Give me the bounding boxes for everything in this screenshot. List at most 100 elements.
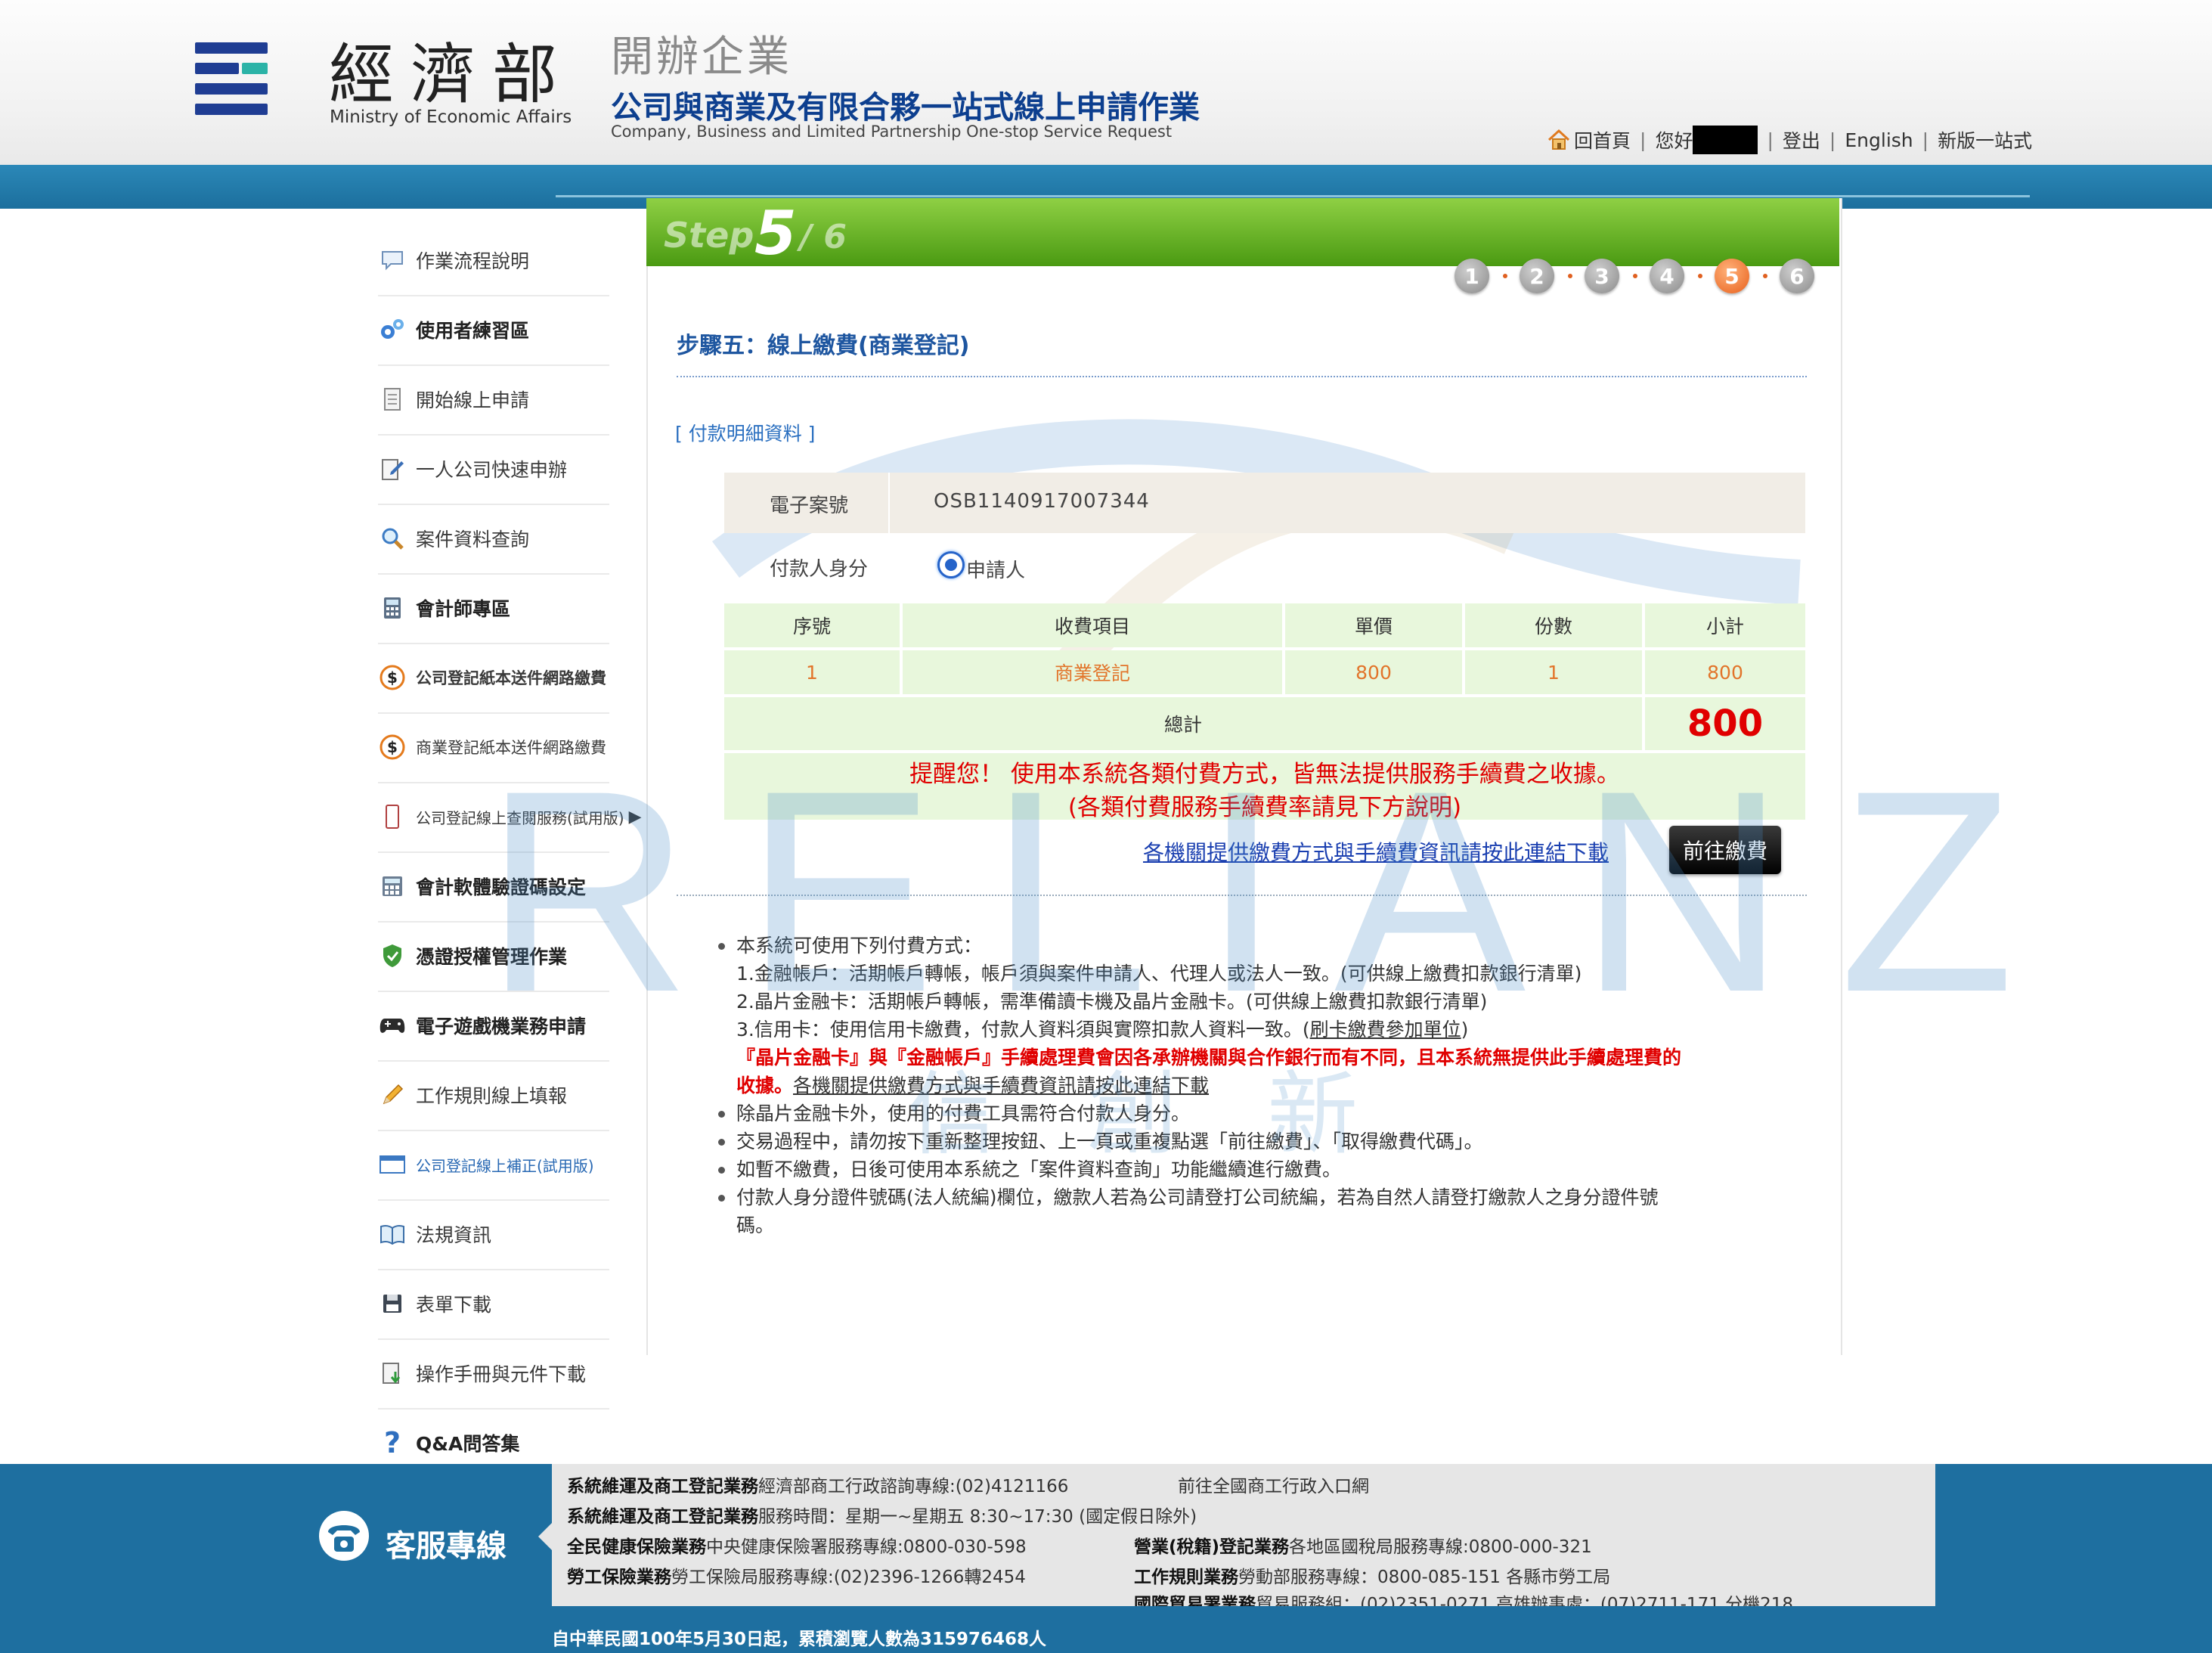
step-indicator-2: 2 <box>1520 259 1554 293</box>
table-header-cell: 序號 <box>724 603 900 647</box>
contact-category: 系統維運及商工登記業務 <box>567 1477 758 1496</box>
sidebar-item-label: 一人公司快速申辦 <box>416 459 568 481</box>
table-row-cell: 800 <box>1645 650 1805 694</box>
sidebar-item-work-rules[interactable]: 工作規則線上填報 <box>378 1060 609 1131</box>
svg-text:$: $ <box>387 668 398 687</box>
contact-detail: 中央健康保險署服務專線:0800-030-598 <box>706 1537 1027 1557</box>
book-icon <box>378 1220 407 1248</box>
sidebar-item-case-query[interactable]: 案件資料查詢 <box>378 504 609 575</box>
contact-line: 營業(稅籍)登記業務各地區國稅局服務專線:0800-000-321 <box>1134 1532 1592 1558</box>
contact-category: 國際貿易署業務 <box>1134 1595 1256 1606</box>
sidebar-item-label: 公司登記線上補正(試用版) <box>416 1156 594 1175</box>
sidebar-item-label: 表單下載 <box>416 1294 492 1316</box>
nav-separator: | <box>1829 129 1836 151</box>
step-dot <box>1633 274 1637 278</box>
contact-info-box: 系統維運及商工登記業務經濟部商工行政諮詢專線:(02)4121166 前往全國商… <box>552 1464 1935 1606</box>
sidebar-item-label: Q&A問答集 <box>416 1433 520 1455</box>
step-current: 5 <box>754 198 797 268</box>
step-indicator-5-active: 5 <box>1715 259 1749 293</box>
sidebar-item-label: 操作手冊與元件下載 <box>416 1363 587 1385</box>
case-number-label: 電子案號 <box>770 495 849 517</box>
redacted-username <box>1693 126 1758 154</box>
nav-separator: | <box>1640 129 1647 151</box>
watermark-text: RELIANZ <box>484 730 2068 1052</box>
table-header-cell: 單價 <box>1285 603 1462 647</box>
sidebar-item-online-correction[interactable]: 公司登記線上補正(試用版) <box>378 1130 609 1201</box>
table-header-cell: 份數 <box>1465 603 1642 647</box>
greeting-text: 您好 <box>1655 130 1693 152</box>
contact-line: 系統維運及商工登記業務經濟部商工行政諮詢專線:(02)4121166 <box>567 1472 1068 1497</box>
contact-category: 系統維運及商工登記業務 <box>567 1507 758 1527</box>
sidebar-item-label: 作業流程說明 <box>416 250 530 272</box>
contact-line: 國際貿易署業務貿易服務組：(02)2351-0271 高雄辦事處：(07)271… <box>1134 1589 1793 1606</box>
question-icon: ? <box>383 1426 401 1459</box>
table-header-cell: 收費項目 <box>903 603 1282 647</box>
contact-line: 工作規則業務勞動部服務專線：0800-085-151 各縣市勞工局 <box>1134 1562 1610 1588</box>
visitor-counter: 自中華民國100年5月30日起，累積瀏覽人數為315976468人 <box>552 1630 1047 1649</box>
table-row-cell: 1 <box>1465 650 1642 694</box>
step-indicator-1: 1 <box>1455 259 1489 293</box>
calculator-icon <box>378 594 407 622</box>
top-nav: 回首頁 | 您好 | 登出 | English | 新版一站式 <box>1547 126 2032 154</box>
national-portal-link[interactable]: 前往全國商工行政入口網 <box>1178 1472 1369 1497</box>
english-link[interactable]: English <box>1845 129 1913 151</box>
dollar-icon: $ <box>378 733 407 761</box>
page-title: 步驟五：線上繳費(商業登記) <box>677 333 970 359</box>
payer-applicant-label[interactable]: 申請人 <box>966 555 1025 583</box>
sidebar-item-accountant[interactable]: 會計師專區 <box>378 573 609 644</box>
contact-detail: 各地區國稅局服務專線:0800-000-321 <box>1289 1537 1592 1557</box>
calculator-icon <box>378 872 407 901</box>
gamepad-icon <box>378 1011 407 1040</box>
table-row-cell: 1 <box>724 650 900 694</box>
home-icon[interactable] <box>1547 129 1571 151</box>
page-icon <box>378 802 407 831</box>
contact-line: 全民健康保險業務中央健康保險署服務專線:0800-030-598 <box>567 1532 1027 1558</box>
sidebar-item-start-application[interactable]: 開始線上申請 <box>378 364 609 436</box>
contact-detail: 勞工保險局服務專線:(02)2396-1266轉2454 <box>671 1568 1026 1587</box>
window-icon <box>378 1150 407 1179</box>
service-title-zh: 公司與商業及有限合夥一站式線上申請作業 <box>611 89 1200 126</box>
magnifier-icon <box>378 524 407 553</box>
new-version-link[interactable]: 新版一站式 <box>1938 126 2032 154</box>
telephone-icon <box>318 1509 370 1562</box>
table-row-cell: 商業登記 <box>903 650 1282 694</box>
sidebar-item-company-paper-payment[interactable]: $ 公司登記紙本送件網路繳費 <box>378 643 609 714</box>
table-header-cell: 小計 <box>1645 603 1805 647</box>
ministry-name-zh: 經濟部 <box>329 37 574 113</box>
step-word: Step <box>664 215 754 256</box>
note-id-number-cont: 碼。 <box>736 1214 775 1236</box>
sidebar-item-practice[interactable]: 使用者練習區 <box>378 295 609 366</box>
table-row-cell: 800 <box>1285 650 1462 694</box>
payer-applicant-radio[interactable] <box>937 551 965 578</box>
contact-detail: 服務時間：星期一~星期五 8:30~17:30 (國定假日除外) <box>758 1507 1197 1527</box>
logout-link[interactable]: 登出 <box>1783 126 1820 154</box>
ministry-name-en: Ministry of Economic Affairs <box>330 107 572 127</box>
divider <box>677 376 1807 377</box>
sidebar-item-manual-download[interactable]: 操作手冊與元件下載 <box>378 1338 609 1410</box>
nav-separator: | <box>1767 129 1774 151</box>
ministry-logo-icon[interactable] <box>195 42 268 115</box>
sidebar-item-regulations[interactable]: 法規資訊 <box>378 1199 609 1270</box>
contact-line: 系統維運及商工登記業務服務時間：星期一~星期五 8:30~17:30 (國定假日… <box>567 1502 1197 1527</box>
sidebar-item-label: 會計師專區 <box>416 598 511 620</box>
sidebar-item-workflow[interactable]: 作業流程說明 <box>378 225 609 296</box>
case-number-row <box>724 473 1805 533</box>
sidebar-item-label: 案件資料查詢 <box>416 529 530 550</box>
contact-category: 勞工保險業務 <box>567 1568 671 1587</box>
sidebar-item-one-person-company[interactable]: 一人公司快速申辦 <box>378 434 609 505</box>
sidebar-item-forms-download[interactable]: 表單下載 <box>378 1269 609 1340</box>
contact-line: 勞工保險業務勞工保險局服務專線:(02)2396-1266轉2454 <box>567 1562 1026 1588</box>
sidebar-item-label: 使用者練習區 <box>416 320 530 342</box>
header-band-line <box>556 195 2030 197</box>
step-dot <box>1763 274 1767 278</box>
edit-note-icon <box>378 454 407 483</box>
download-icon <box>378 1359 407 1388</box>
payer-identity-label: 付款人身分 <box>770 558 869 581</box>
step-indicator-3: 3 <box>1585 259 1619 293</box>
dollar-icon: $ <box>378 663 407 692</box>
document-icon <box>378 385 407 414</box>
contact-category: 工作規則業務 <box>1134 1568 1238 1587</box>
home-link[interactable]: 回首頁 <box>1574 126 1631 154</box>
sidebar-item-label: 工作規則線上填報 <box>416 1085 568 1107</box>
radio-dot <box>945 559 957 571</box>
